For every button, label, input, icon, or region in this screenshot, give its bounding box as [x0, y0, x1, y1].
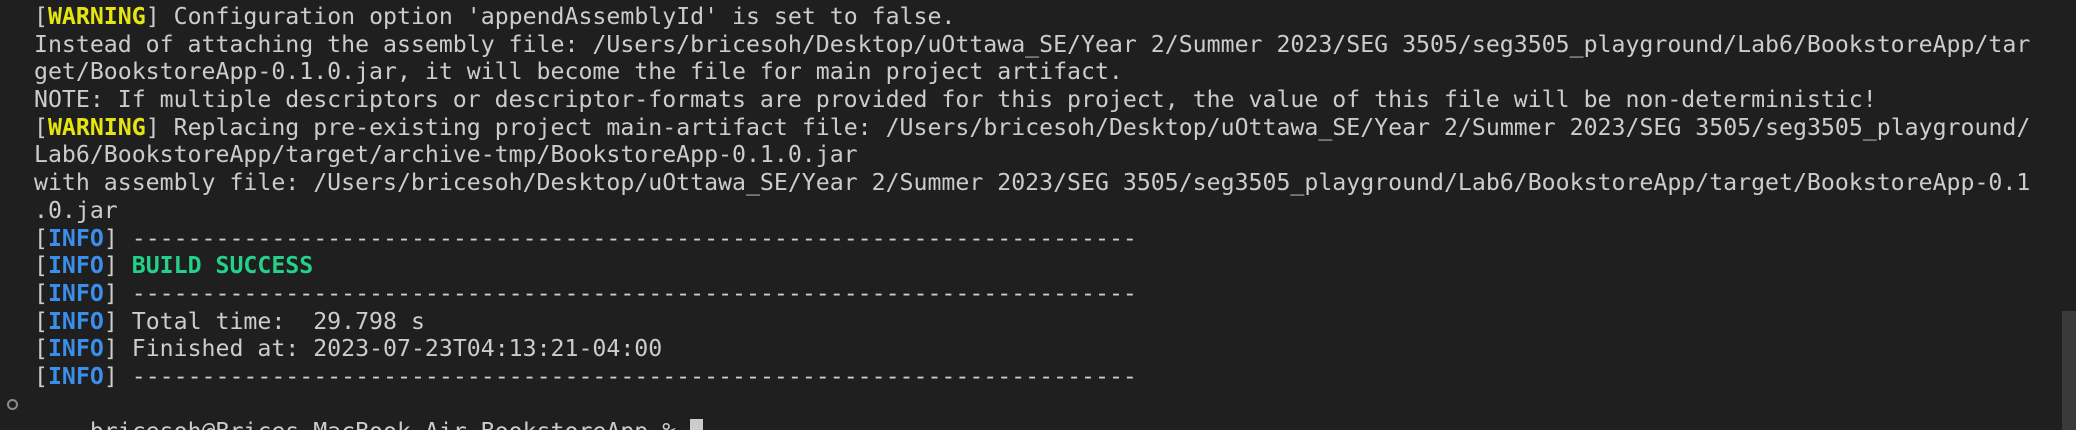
terminal-output: [WARNING] Configuration option 'appendAs…	[0, 3, 2076, 391]
bracket-close: ]	[145, 3, 160, 30]
terminal-line: [INFO] Total time: 29.798 s	[0, 308, 2076, 336]
line-text: ----------------------------------------…	[117, 279, 1137, 307]
line-text: Finished at: 2023-07-23T04:13:21-04:00	[117, 335, 663, 363]
line-text: Instead of attaching the assembly file: …	[34, 30, 2031, 58]
terminal-panel[interactable]: [WARNING] Configuration option 'appendAs…	[0, 0, 2076, 430]
terminal-line: [INFO] ---------------------------------…	[0, 225, 2076, 253]
terminal-line: [INFO] ---------------------------------…	[0, 363, 2076, 391]
bracket-close: ]	[103, 362, 118, 390]
terminal-line: [INFO] ---------------------------------…	[0, 280, 2076, 308]
bracket-close: ]	[103, 335, 118, 363]
bracket-open: [	[34, 224, 48, 252]
terminal-line: with assembly file: /Users/bricesoh/Desk…	[0, 169, 2076, 197]
prompt-line[interactable]: bricesoh@Brices-MacBook-Air BookstoreApp…	[0, 391, 2076, 430]
warning-tag: WARNING	[47, 3, 146, 30]
bracket-close: ]	[103, 307, 118, 335]
line-text: Total time: 29.798 s	[117, 307, 425, 335]
line-text: with assembly file: /Users/bricesoh/Desk…	[34, 169, 2031, 197]
bracket-close: ]	[103, 224, 118, 252]
bracket-open: [	[34, 279, 48, 307]
bracket-open: [	[34, 307, 48, 335]
line-text: NOTE: If multiple descriptors or descrip…	[34, 86, 1877, 114]
shell-prompt: bricesoh@Brices-MacBook-Air BookstoreApp…	[90, 418, 690, 430]
line-text: ----------------------------------------…	[117, 224, 1137, 252]
info-tag: INFO	[47, 252, 104, 280]
terminal-line: [WARNING] Configuration option 'appendAs…	[0, 3, 2076, 31]
bracket-close: ]	[145, 113, 160, 141]
terminal-line: .0.jar	[0, 197, 2076, 225]
terminal-line: Instead of attaching the assembly file: …	[0, 31, 2076, 59]
info-tag: INFO	[47, 224, 104, 252]
info-tag: INFO	[47, 335, 104, 363]
build-success-message: BUILD SUCCESS	[131, 252, 314, 280]
info-tag: INFO	[47, 279, 104, 307]
line-text: Replacing pre-existing project main-arti…	[159, 113, 2031, 141]
line-text: get/BookstoreApp-0.1.0.jar, it will beco…	[34, 58, 1123, 86]
line-text: .0.jar	[34, 196, 118, 224]
terminal-line: get/BookstoreApp-0.1.0.jar, it will beco…	[0, 58, 2076, 86]
terminal-line: [WARNING] Replacing pre-existing project…	[0, 114, 2076, 142]
terminal-line: [INFO] BUILD SUCCESS	[0, 252, 2076, 280]
command-status-icon[interactable]	[7, 398, 18, 410]
line-text: ----------------------------------------…	[117, 362, 1137, 390]
terminal-line: Lab6/BookstoreApp/target/archive-tmp/Boo…	[0, 141, 2076, 169]
bracket-close: ]	[103, 279, 118, 307]
warning-tag: WARNING	[47, 113, 146, 141]
line-text: Lab6/BookstoreApp/target/archive-tmp/Boo…	[34, 141, 858, 169]
bracket-close: ]	[103, 252, 132, 280]
bracket-open: [	[34, 252, 48, 280]
info-tag: INFO	[47, 307, 104, 335]
text-cursor	[690, 419, 704, 430]
info-tag: INFO	[47, 362, 104, 390]
bracket-open: [	[34, 335, 48, 363]
bracket-open: [	[34, 113, 48, 141]
terminal-line: [INFO] Finished at: 2023-07-23T04:13:21-…	[0, 335, 2076, 363]
terminal-line: NOTE: If multiple descriptors or descrip…	[0, 86, 2076, 114]
scrollbar-thumb[interactable]	[2062, 311, 2076, 430]
bracket-open: [	[34, 3, 48, 30]
line-text: Configuration option 'appendAssemblyId' …	[159, 3, 956, 30]
bracket-open: [	[34, 362, 48, 390]
